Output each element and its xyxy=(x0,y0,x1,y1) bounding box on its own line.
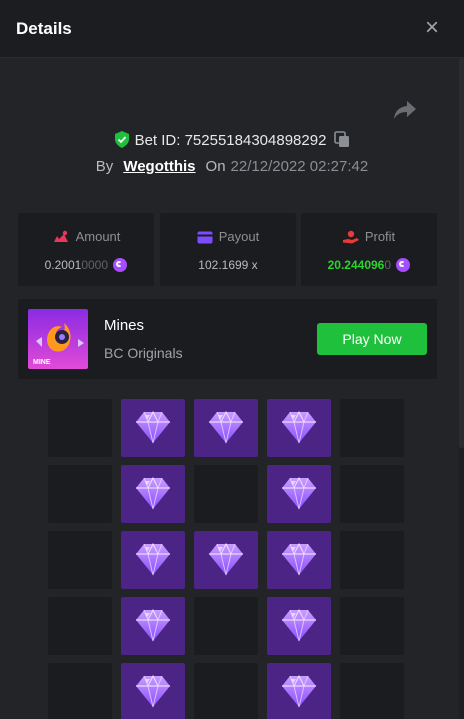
diamond-icon xyxy=(282,608,316,642)
mine-tile-gem xyxy=(121,531,185,589)
amount-value-row: 0.20010000 xyxy=(18,258,154,272)
bcd-coin-icon xyxy=(396,258,411,272)
diamond-icon xyxy=(282,410,316,444)
mine-tile-gem xyxy=(121,663,185,719)
by-label: By xyxy=(95,158,114,175)
amount-value-trailing: 0000 xyxy=(81,258,109,272)
profit-value-row: 20.2440960 xyxy=(301,258,437,272)
profit-label: Profit xyxy=(364,229,396,244)
mine-tile-gem xyxy=(267,531,331,589)
close-icon[interactable]: × xyxy=(420,16,444,40)
game-provider: BC Originals xyxy=(104,345,183,361)
diamond-icon xyxy=(136,410,170,444)
mine-tile-empty xyxy=(194,597,258,655)
mine-tile-empty xyxy=(340,399,404,457)
amount-value: 0.2001 xyxy=(44,258,82,272)
payout-value: 102.1699 x xyxy=(198,258,258,272)
player-username[interactable]: Wegotthis xyxy=(123,158,195,175)
mine-tile-gem xyxy=(194,531,258,589)
mine-tile-empty xyxy=(340,663,404,719)
diamond-icon xyxy=(136,542,170,576)
scrollbar[interactable] xyxy=(459,58,464,719)
diamond-icon xyxy=(282,674,316,708)
mine-tile-empty xyxy=(194,465,258,523)
diamond-icon xyxy=(209,410,243,444)
bet-amount-icon xyxy=(53,230,68,242)
mine-tile-empty xyxy=(48,465,112,523)
play-now-button[interactable]: Play Now xyxy=(317,323,427,355)
details-title: Details xyxy=(16,19,72,38)
profit-hand-icon xyxy=(342,230,359,244)
mine-tile-empty xyxy=(48,663,112,719)
amount-label: Amount xyxy=(75,229,121,244)
mine-tile-empty xyxy=(340,531,404,589)
diamond-icon xyxy=(282,476,316,510)
payout-card: Payout 102.1699 x xyxy=(160,213,296,286)
payout-label: Payout xyxy=(218,229,260,244)
mine-tile-empty xyxy=(340,465,404,523)
wallet-icon xyxy=(197,231,213,244)
bet-timestamp: 22/12/2022 02:27:42 xyxy=(230,158,369,175)
mine-tile-gem xyxy=(267,597,331,655)
diamond-icon xyxy=(136,674,170,708)
details-header: Details × xyxy=(0,0,464,58)
mine-tile-gem xyxy=(267,399,331,457)
game-name: Mines xyxy=(104,317,145,334)
diamond-icon xyxy=(282,542,316,576)
mine-tile-empty xyxy=(340,597,404,655)
thumb-text: MINE xyxy=(33,359,51,366)
mine-tile-gem xyxy=(267,663,331,719)
bet-id-row: Bet ID: 75255184304898292 xyxy=(0,131,464,151)
scrollbar-thumb[interactable] xyxy=(459,58,464,448)
shield-check-icon xyxy=(114,131,129,148)
share-icon[interactable] xyxy=(392,99,418,121)
mine-tile-empty xyxy=(48,531,112,589)
mine-tile-gem xyxy=(194,399,258,457)
game-card: MINE Mines BC Originals Play Now xyxy=(18,299,437,379)
diamond-icon xyxy=(136,608,170,642)
mine-tile-gem xyxy=(121,597,185,655)
copy-icon[interactable] xyxy=(334,131,350,148)
bet-byline: By Wegotthis On 22/12/2022 02:27:42 xyxy=(0,158,464,178)
bet-id-value: 75255184304898292 xyxy=(184,132,327,149)
mine-tile-gem xyxy=(267,465,331,523)
mine-tile-empty xyxy=(48,399,112,457)
diamond-icon xyxy=(209,542,243,576)
mine-tile-gem xyxy=(121,465,185,523)
bcd-coin-icon xyxy=(113,258,128,272)
mine-tile-empty xyxy=(194,663,258,719)
bet-id-label: Bet ID: xyxy=(134,132,185,149)
mine-tile-gem xyxy=(121,399,185,457)
mine-tile-empty xyxy=(48,597,112,655)
mines-game-thumbnail[interactable]: MINE xyxy=(28,309,88,369)
on-label: On xyxy=(205,158,226,175)
diamond-icon xyxy=(136,476,170,510)
profit-value: 20.244096 xyxy=(327,258,385,272)
profit-card: Profit 20.2440960 xyxy=(301,213,437,286)
amount-card: Amount 0.20010000 xyxy=(18,213,154,286)
profit-value-trailing: 0 xyxy=(384,258,392,272)
